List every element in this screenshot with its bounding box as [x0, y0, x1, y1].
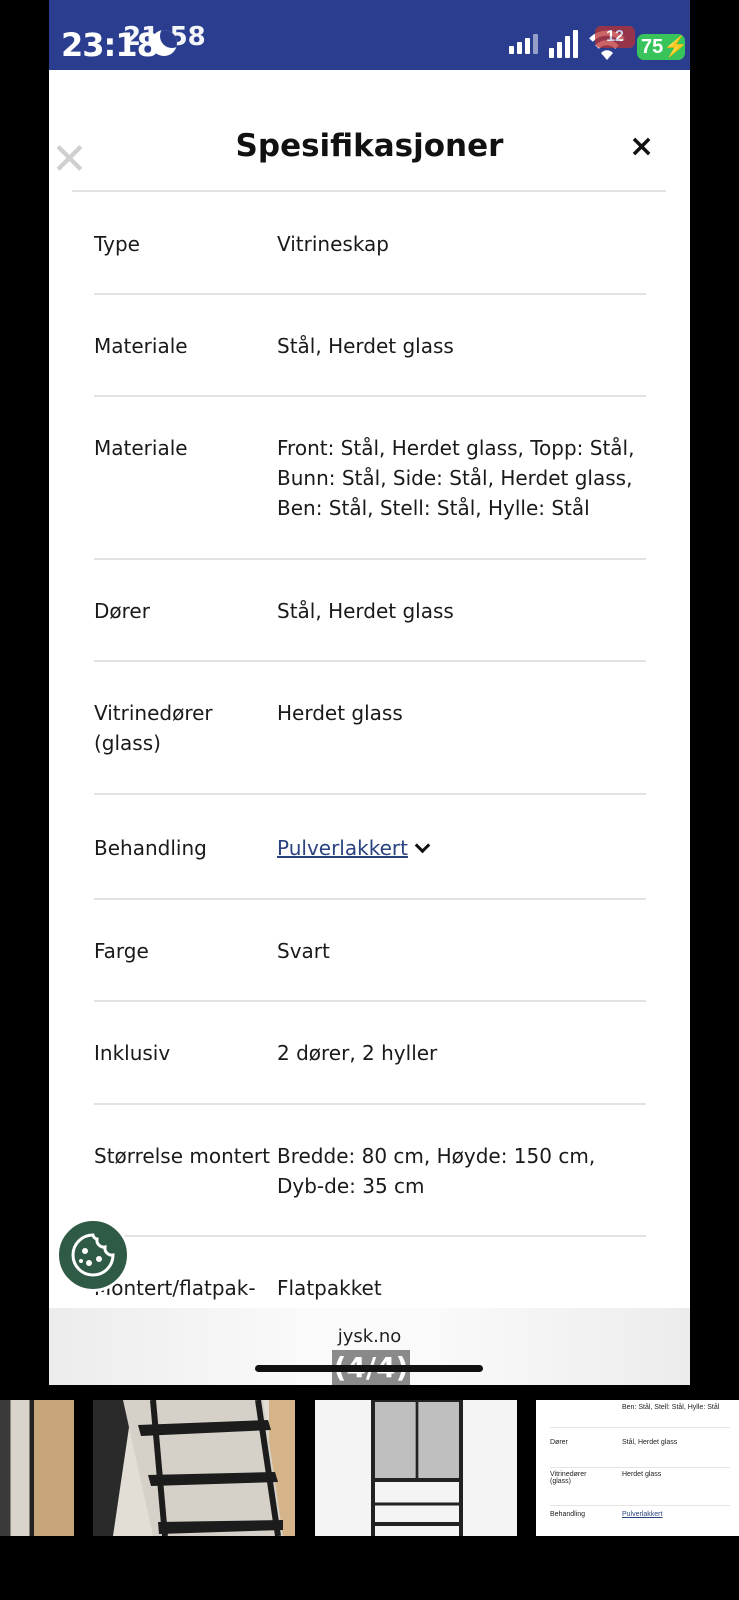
- cellular-signal-icon: [509, 34, 538, 54]
- chevron-down-icon[interactable]: [414, 837, 431, 854]
- focus-moon-icon: [151, 30, 177, 56]
- treatment-link[interactable]: Pulverlakkert: [277, 836, 408, 860]
- modal-title: Spesifikasjoner: [235, 128, 504, 164]
- spec-row: Farge Svart: [94, 900, 646, 1002]
- spec-label: Inklusiv: [94, 1041, 171, 1065]
- battery-icon: 75⚡: [637, 34, 688, 60]
- spec-value: Front: Stål, Herdet glass, Topp: Stål, B…: [277, 436, 635, 520]
- spec-value: Vitrineskap: [277, 232, 390, 256]
- close-button[interactable]: ×: [629, 132, 654, 162]
- spec-label: Materiale: [94, 436, 188, 460]
- spec-label: Vitrinedører (glass): [94, 701, 213, 755]
- spec-label: Behandling: [94, 836, 207, 860]
- thumb-label: Behandling: [550, 1511, 586, 1518]
- thumb-label: Vitrinedører (glass): [550, 1471, 587, 1485]
- battery-level: 75: [641, 36, 664, 58]
- thumb-row: Behandling Pulverlakkert: [550, 1508, 730, 1536]
- spec-label: Farge: [94, 939, 149, 963]
- spec-label: Materiale: [94, 334, 188, 358]
- spec-label: Type: [94, 232, 140, 256]
- spec-row: Vitrinedører (glass) Herdet glass: [94, 662, 646, 795]
- cookie-icon: [71, 1233, 115, 1277]
- spec-value: Svart: [277, 939, 330, 963]
- thumb-value: Herdet glass: [622, 1471, 662, 1478]
- thumbnail-1[interactable]: [0, 1400, 74, 1536]
- spec-label: Dører: [94, 599, 150, 623]
- home-indicator[interactable]: [255, 1365, 483, 1372]
- thumb-value: Stål, Herdet glass: [622, 1439, 678, 1446]
- spec-row: Størrelse montert Bredde: 80 cm, Høyde: …: [94, 1105, 646, 1237]
- thumb-row: Vitrinedører (glass) Herdet glass: [550, 1468, 730, 1506]
- thumb-row: Dører Stål, Herdet glass: [550, 1436, 730, 1468]
- specifications-modal: ✕ Spesifikasjoner × Type Vitrineskap Mat…: [49, 70, 690, 1385]
- spec-row: Materiale Stål, Herdet glass: [94, 295, 646, 397]
- thumb-label: Dører: [550, 1439, 568, 1446]
- thumb-row: Ben: Stål, Stell: Stål, Hylle: Stål: [550, 1404, 730, 1428]
- thumbnail-2[interactable]: [93, 1400, 295, 1536]
- spec-value: 2 dører, 2 hyller: [277, 1041, 438, 1065]
- spec-table: Type Vitrineskap Materiale Stål, Herdet …: [94, 192, 646, 1339]
- spec-value: Herdet glass: [277, 701, 403, 725]
- spec-value-container: Pulverlakkert: [277, 833, 646, 898]
- spec-row: Inklusiv 2 dører, 2 hyller: [94, 1002, 646, 1105]
- url-text[interactable]: jysk.no: [49, 1326, 690, 1347]
- thumb-link: Pulverlakkert: [622, 1511, 663, 1518]
- thumb-value: Ben: Stål, Stell: Stål, Hylle: Stål: [622, 1404, 720, 1411]
- thumbnail-strip: Ben: Stål, Stell: Stål, Hylle: Stål Døre…: [0, 1400, 739, 1536]
- spec-value: Stål, Herdet glass: [277, 334, 454, 358]
- status-bar: 23:18 21:58 12 75⚡: [49, 0, 690, 70]
- thumbnail-3[interactable]: [315, 1400, 517, 1536]
- cabinet-photo-icon: [93, 1400, 295, 1536]
- notification-badge: 12: [595, 26, 635, 48]
- spec-value: Bredde: 80 cm, Høyde: 150 cm, Dyb-de: 35…: [277, 1144, 596, 1198]
- cellular-signal-icon-2: [549, 30, 578, 58]
- spec-row: Materiale Front: Stål, Herdet glass, Top…: [94, 397, 646, 560]
- cookie-settings-button[interactable]: [56, 1218, 130, 1292]
- spec-row: Type Vitrineskap: [94, 192, 646, 295]
- cabinet-product-icon: [315, 1400, 517, 1536]
- spec-row: Behandling Pulverlakkert: [94, 795, 646, 900]
- spec-row: Dører Stål, Herdet glass: [94, 560, 646, 662]
- thumbnail-4[interactable]: Ben: Stål, Stell: Stål, Hylle: Stål Døre…: [536, 1400, 739, 1536]
- spec-value: Stål, Herdet glass: [277, 599, 454, 623]
